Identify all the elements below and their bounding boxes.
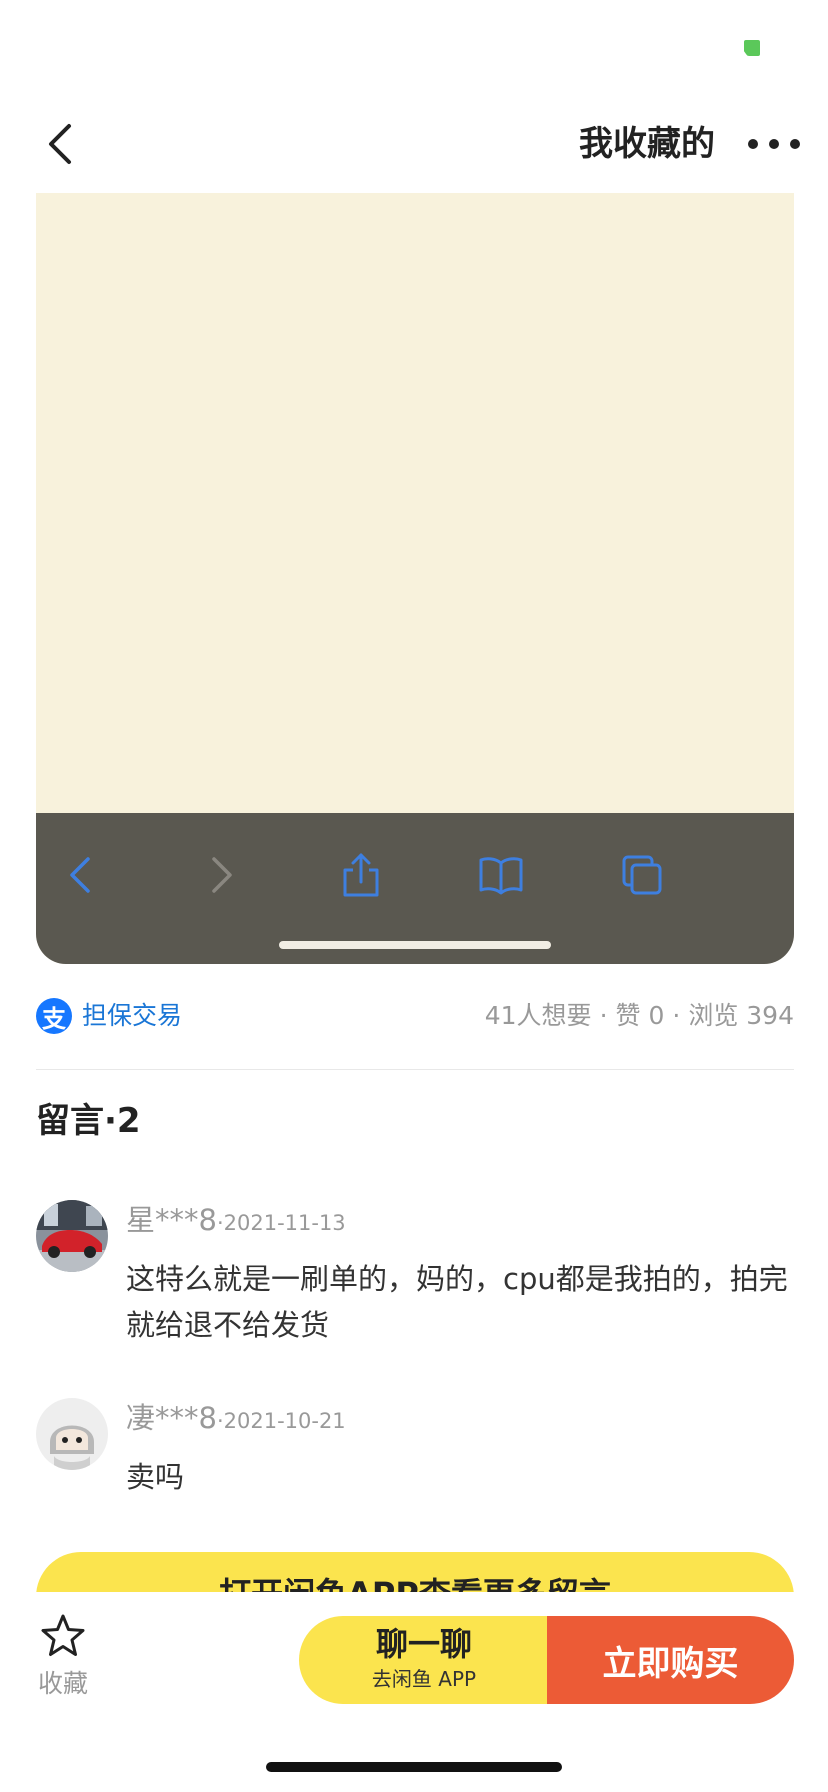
wants-count: 41人想要 <box>484 1001 592 1030</box>
alipay-icon: 支 <box>36 998 72 1034</box>
avatar[interactable] <box>36 1200 108 1272</box>
page-title: 我收藏的 <box>579 124 715 164</box>
chat-sub-label: 去闲鱼 APP <box>371 1667 477 1691</box>
star-icon <box>41 1614 85 1656</box>
product-image[interactable] <box>36 193 794 964</box>
browser-toolbar <box>36 813 794 964</box>
buy-now-button[interactable]: 立即购买 <box>547 1616 794 1704</box>
forward-arrow-icon <box>194 847 250 903</box>
comment-user: 星***8 <box>126 1203 217 1237</box>
favorite-button[interactable]: 收藏 <box>30 1612 96 1708</box>
comment-text: 这特么就是一刷单的，妈的，cpu都是我拍的，拍完就给退不给发货 <box>126 1262 788 1342</box>
more-dots-icon <box>748 139 758 149</box>
tabs-icon <box>614 847 670 903</box>
share-icon <box>333 847 389 903</box>
comment-item: 星***8·2021-11-13 这特么就是一刷单的，妈的，cpu都是我拍的，拍… <box>36 1200 794 1342</box>
chat-button[interactable]: 聊一聊 去闲鱼 APP <box>299 1616 549 1704</box>
meta-row: 支 担保交易 41人想要 · 赞 0 · 浏览 394 <box>36 995 794 1039</box>
back-button[interactable] <box>36 120 84 168</box>
comment-text: 卖吗 <box>126 1460 185 1494</box>
chevron-left-icon <box>49 124 71 164</box>
comment-item: 凄***8·2021-10-21 卖吗 <box>36 1398 794 1498</box>
comment-header: 星***8·2021-11-13 <box>126 1202 346 1243</box>
stats: 41人想要 · 赞 0 · 浏览 394 <box>485 999 794 1033</box>
separator: · <box>672 1001 681 1030</box>
back-arrow-icon <box>52 847 108 903</box>
car-avatar-image <box>36 1200 108 1272</box>
comments-title: 留言·2 <box>36 1101 141 1141</box>
home-indicator <box>266 1762 562 1772</box>
guarantee-link[interactable]: 担保交易 <box>82 999 182 1033</box>
image-area <box>36 193 794 813</box>
page: 我收藏的 支 担保交易 41人想要 · 赞 0 · 浏览 394 留言·2 星*… <box>0 0 828 1792</box>
comment-date: ·2021-10-21 <box>216 1409 346 1433</box>
avatar[interactable] <box>36 1398 108 1470</box>
divider <box>36 1069 794 1070</box>
header: 我收藏的 <box>0 100 828 190</box>
bookmarks-icon <box>473 847 529 903</box>
likes-count: 赞 0 <box>615 1001 665 1030</box>
favorite-label: 收藏 <box>37 1669 88 1698</box>
more-button[interactable] <box>748 122 800 166</box>
media-home-indicator <box>279 941 551 949</box>
views-count: 浏览 394 <box>688 1001 794 1030</box>
battery-icon <box>744 40 760 56</box>
chat-label: 聊一聊 <box>375 1625 472 1663</box>
cartoon-avatar-image <box>36 1398 108 1470</box>
comment-user: 凄***8 <box>126 1401 217 1435</box>
comment-date: ·2021-11-13 <box>216 1211 346 1235</box>
comment-header: 凄***8·2021-10-21 <box>126 1400 346 1441</box>
separator: · <box>599 1001 608 1030</box>
